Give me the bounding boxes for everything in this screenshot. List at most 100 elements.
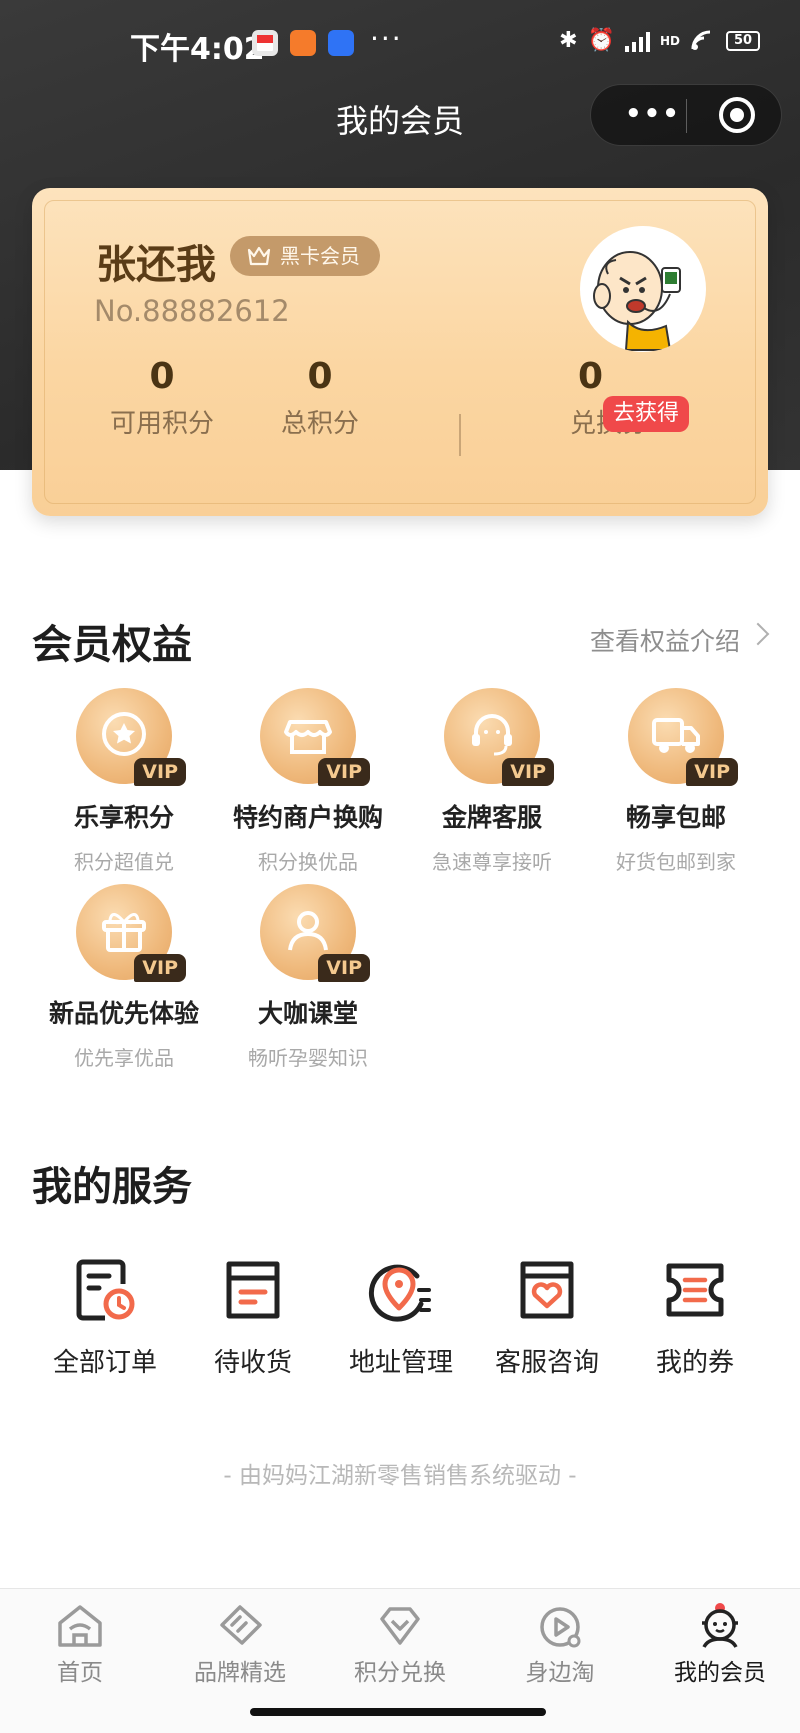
powered-by-note: - 由妈妈江湖新零售销售系统驱动 - bbox=[223, 1463, 577, 1489]
tab-nearby[interactable]: 身边淘 bbox=[485, 1603, 635, 1687]
benefit-item[interactable]: VIP 特约商户换购 积分换优品 bbox=[216, 688, 400, 875]
service-customer-support[interactable]: 客服咨询 bbox=[472, 1256, 622, 1379]
service-label: 我的券 bbox=[655, 1348, 734, 1378]
service-label: 客服咨询 bbox=[494, 1348, 599, 1378]
network-type: HD bbox=[659, 33, 680, 48]
vip-tag: VIP bbox=[134, 758, 186, 786]
gift-icon bbox=[102, 913, 146, 952]
tab-label: 首页 bbox=[57, 1660, 103, 1686]
baby-face-icon bbox=[702, 1603, 738, 1648]
benefit-subtitle: 积分超值兑 bbox=[74, 850, 174, 874]
tab-points-exchange[interactable]: 积分兑换 bbox=[325, 1603, 475, 1687]
available-points-value: 0 bbox=[149, 356, 175, 397]
stats-divider bbox=[459, 414, 461, 456]
coupons-value: 0 bbox=[578, 356, 604, 397]
screen: 下午4:02 ··· ✱ ⏰ HD 50 我的会员 ••• 张还我 黑卡会员 N… bbox=[0, 0, 800, 1733]
truck-icon bbox=[652, 718, 700, 753]
benefit-subtitle: 积分换优品 bbox=[258, 850, 358, 874]
feishu-app-icon bbox=[328, 30, 354, 56]
tab-brand-picks[interactable]: 品牌精选 bbox=[165, 1603, 315, 1687]
benefit-item[interactable]: VIP 畅享包邮 好货包邮到家 bbox=[584, 688, 768, 875]
wifi-icon bbox=[691, 30, 711, 50]
mi-app-icon bbox=[290, 30, 316, 56]
service-address[interactable]: 地址管理 bbox=[326, 1256, 476, 1379]
service-pending-receipt[interactable]: 待收货 bbox=[178, 1256, 328, 1379]
more-dots-icon[interactable]: ••• bbox=[625, 99, 681, 129]
total-points[interactable]: 0 总积分 bbox=[242, 356, 398, 440]
service-all-orders[interactable]: 全部订单 bbox=[30, 1256, 180, 1379]
tab-label: 我的会员 bbox=[674, 1660, 766, 1686]
status-indicators: ✱ ⏰ HD 50 bbox=[559, 28, 760, 53]
get-coupons-button[interactable]: 去获得 bbox=[603, 396, 690, 432]
benefit-subtitle: 急速尊享接听 bbox=[432, 850, 552, 874]
target-icon[interactable] bbox=[719, 97, 755, 133]
avatar[interactable] bbox=[580, 226, 706, 352]
benefit-title: 特约商户换购 bbox=[232, 803, 383, 832]
benefit-item[interactable]: VIP 乐享积分 积分超值兑 bbox=[32, 688, 216, 875]
vip-tag: VIP bbox=[686, 758, 738, 786]
home-indicator[interactable] bbox=[250, 1708, 546, 1716]
battery-icon: 50 bbox=[726, 30, 760, 51]
benefit-title: 畅享包邮 bbox=[625, 803, 726, 832]
package-box-icon bbox=[226, 1261, 280, 1319]
benefit-icon-circle: VIP bbox=[76, 688, 186, 786]
vip-tag: VIP bbox=[134, 954, 186, 982]
benefits-intro-link[interactable]: 查看权益介绍 bbox=[590, 622, 740, 658]
home-icon bbox=[58, 1605, 102, 1647]
heart-bag-icon bbox=[520, 1261, 574, 1319]
service-label: 待收货 bbox=[213, 1348, 292, 1378]
diamond-icon bbox=[380, 1607, 420, 1645]
member-card: 张还我 黑卡会员 No.88882612 0 可用积分 0 总积分 0 去获得 bbox=[32, 188, 768, 516]
benefit-item[interactable]: VIP 新品优先体验 优先享优品 bbox=[32, 884, 216, 1071]
services-title: 我的服务 bbox=[32, 1164, 192, 1210]
benefit-item[interactable]: VIP 大咖课堂 畅听孕婴知识 bbox=[216, 884, 400, 1071]
bluetooth-icon: ✱ bbox=[559, 28, 578, 53]
benefit-title: 新品优先体验 bbox=[48, 999, 199, 1028]
miniapp-capsule: ••• bbox=[590, 84, 782, 146]
benefit-icon-circle: VIP bbox=[76, 884, 186, 982]
user-name: 张还我 bbox=[96, 242, 216, 288]
coupon-ticket-icon bbox=[666, 1263, 724, 1317]
star-coin-icon bbox=[102, 712, 146, 756]
benefit-icon-circle: VIP bbox=[444, 688, 554, 786]
benefit-item[interactable]: VIP 金牌客服 急速尊享接听 bbox=[400, 688, 584, 875]
capsule-divider bbox=[686, 99, 687, 133]
total-points-value: 0 bbox=[307, 356, 333, 397]
vip-tag: VIP bbox=[318, 758, 370, 786]
status-bar: 下午4:02 ··· ✱ ⏰ HD 50 bbox=[0, 0, 800, 88]
tab-label: 积分兑换 bbox=[354, 1660, 446, 1686]
available-points-label: 可用积分 bbox=[109, 409, 214, 439]
status-time: 下午4:02 bbox=[130, 32, 265, 67]
benefits-title: 会员权益 bbox=[32, 622, 192, 668]
benefit-icon-circle: VIP bbox=[628, 688, 738, 786]
store-icon bbox=[284, 720, 332, 754]
chevron-right-icon[interactable] bbox=[746, 622, 770, 646]
location-pin-icon bbox=[368, 1264, 431, 1322]
benefit-icon-circle: VIP bbox=[260, 884, 370, 982]
crown-icon bbox=[247, 246, 271, 266]
vip-tag: VIP bbox=[502, 758, 554, 786]
vip-tag: VIP bbox=[318, 954, 370, 982]
avatar-illustration bbox=[593, 251, 681, 351]
total-points-label: 总积分 bbox=[280, 409, 359, 439]
notification-app-icon bbox=[252, 30, 278, 56]
member-level-label: 黑卡会员 bbox=[280, 244, 360, 268]
benefit-subtitle: 优先享优品 bbox=[74, 1046, 174, 1070]
status-more-icon: ··· bbox=[370, 22, 403, 55]
available-points[interactable]: 0 可用积分 bbox=[84, 356, 240, 440]
member-number: No.88882612 bbox=[94, 294, 290, 328]
service-my-coupons[interactable]: 我的券 bbox=[620, 1256, 770, 1379]
tab-home[interactable]: 首页 bbox=[5, 1603, 155, 1687]
benefit-title: 金牌客服 bbox=[441, 803, 542, 832]
service-label: 地址管理 bbox=[348, 1348, 453, 1378]
status-app-icons bbox=[252, 30, 354, 56]
service-label: 全部订单 bbox=[52, 1348, 157, 1378]
person-icon bbox=[288, 911, 328, 951]
brand-tag-icon bbox=[220, 1605, 262, 1645]
tab-label: 品牌精选 bbox=[194, 1660, 286, 1686]
tab-my-membership[interactable]: 我的会员 bbox=[645, 1603, 795, 1687]
tab-label: 身边淘 bbox=[525, 1660, 595, 1686]
benefit-title: 乐享积分 bbox=[73, 803, 174, 832]
alarm-icon: ⏰ bbox=[587, 28, 615, 53]
nearby-play-icon bbox=[540, 1607, 581, 1648]
